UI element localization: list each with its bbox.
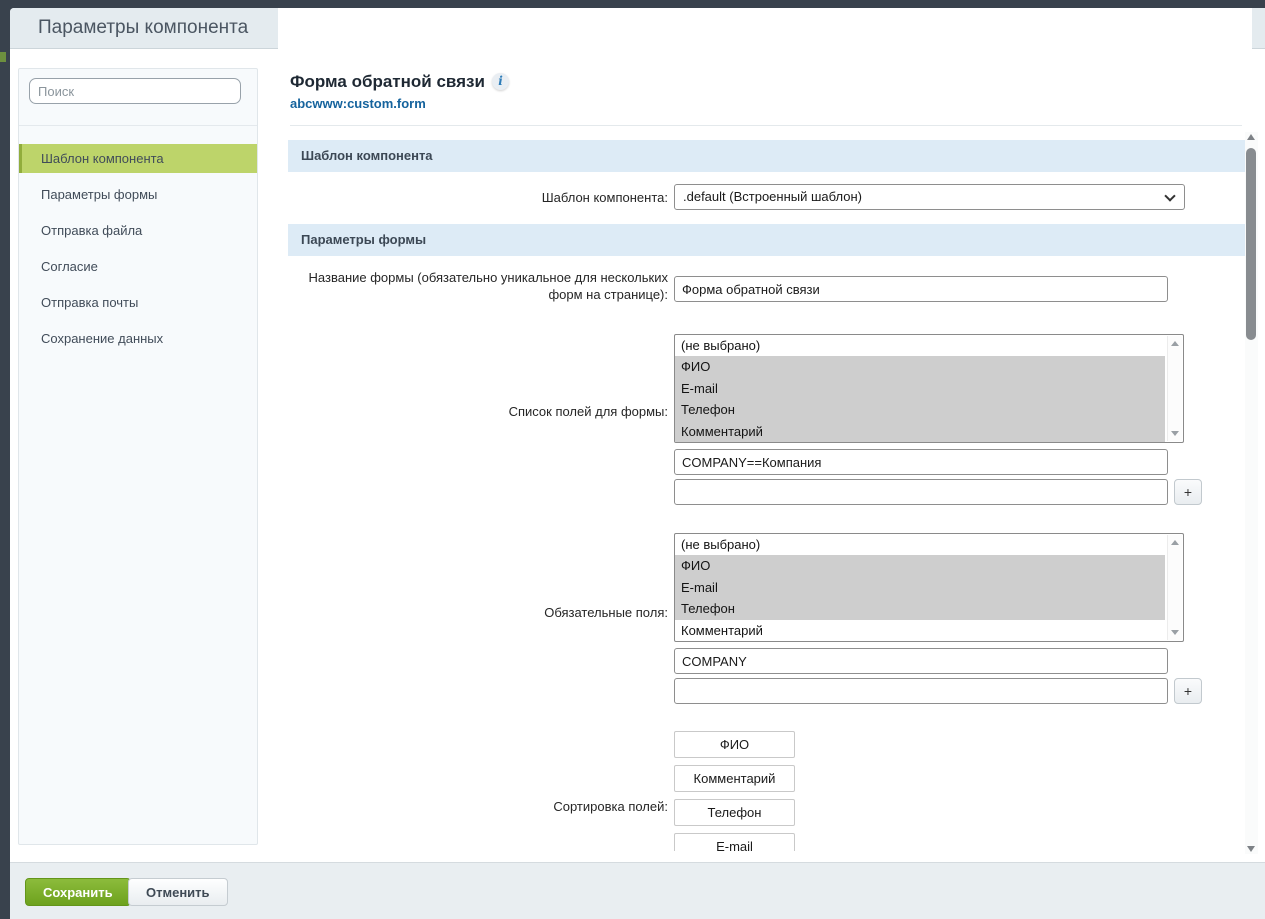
fields-listbox[interactable]: (не выбрано) ФИО E-mail Телефон Коммента… (674, 334, 1184, 443)
listbox-option[interactable]: E-mail (675, 577, 1165, 598)
listbox-scrollbar[interactable] (1167, 336, 1182, 441)
page-title: Форма обратной связи i (290, 72, 509, 92)
template-select-value: .default (Встроенный шаблон) (683, 189, 862, 204)
background-page-edge (0, 52, 6, 62)
required-new-input[interactable] (674, 678, 1168, 704)
sort-item[interactable]: ФИО (674, 731, 795, 758)
section-header-template: Шаблон компонента (288, 140, 1250, 172)
header-divider (290, 125, 1242, 126)
listbox-option[interactable]: Телефон (675, 598, 1165, 619)
scroll-up-icon[interactable] (1247, 134, 1255, 140)
required-extra-input[interactable] (674, 648, 1168, 674)
sort-item[interactable]: Комментарий (674, 765, 795, 792)
chevron-down-icon (1164, 190, 1175, 201)
listbox-option[interactable]: Телефон (675, 399, 1165, 420)
sort-fields-label: Сортировка полей: (308, 798, 668, 815)
listbox-scrollbar[interactable] (1167, 535, 1182, 640)
scrollbar-thumb[interactable] (1246, 148, 1256, 340)
scroll-down-icon[interactable] (1247, 846, 1255, 852)
scroll-up-icon[interactable] (1171, 341, 1179, 346)
sidebar-item-form-params[interactable]: Параметры формы (19, 180, 257, 209)
sidebar-menu: Шаблон компонента Параметры формы Отправ… (19, 144, 257, 360)
scroll-down-icon[interactable] (1171, 431, 1179, 436)
listbox-option[interactable]: Комментарий (675, 421, 1165, 442)
dialog-footer: Сохранить Отменить (10, 862, 1265, 919)
listbox-option[interactable]: (не выбрано) (675, 335, 1165, 356)
listbox-option[interactable]: ФИО (675, 356, 1165, 377)
listbox-option[interactable]: ФИО (675, 555, 1165, 576)
sort-item[interactable]: Телефон (674, 799, 795, 826)
listbox-option[interactable]: (не выбрано) (675, 534, 1165, 555)
listbox-option[interactable]: Комментарий (675, 620, 1165, 641)
sidebar-item-data-save[interactable]: Сохранение данных (19, 324, 257, 353)
listbox-option[interactable]: E-mail (675, 378, 1165, 399)
content-scrollbar[interactable] (1245, 132, 1258, 854)
sidebar-divider (19, 125, 257, 126)
template-select-label: Шаблон компонента: (308, 189, 668, 206)
sort-item[interactable]: E-mail (674, 833, 795, 851)
fields-new-input[interactable] (674, 479, 1168, 505)
scroll-down-icon[interactable] (1171, 630, 1179, 635)
template-select[interactable]: .default (Встроенный шаблон) (674, 184, 1185, 210)
form-name-input[interactable] (674, 276, 1168, 302)
cancel-button[interactable]: Отменить (128, 878, 228, 906)
scroll-up-icon[interactable] (1171, 540, 1179, 545)
add-required-button[interactable]: + (1174, 678, 1202, 704)
component-parameters-dialog: Параметры компонента × Шаблон компонента… (10, 8, 1265, 919)
component-title: Форма обратной связи (290, 72, 485, 91)
main-content: Форма обратной связи i abcwww:custom.form… (278, 8, 1252, 851)
sidebar-item-mail-send[interactable]: Отправка почты (19, 288, 257, 317)
save-button[interactable]: Сохранить (25, 878, 131, 906)
sidebar-item-file-upload[interactable]: Отправка файла (19, 216, 257, 245)
add-field-button[interactable]: + (1174, 479, 1202, 505)
required-fields-label: Обязательные поля: (308, 604, 668, 621)
component-name-link[interactable]: abcwww:custom.form (290, 96, 426, 111)
sidebar: Шаблон компонента Параметры формы Отправ… (18, 68, 258, 845)
fields-list-label: Список полей для формы: (308, 403, 668, 420)
dialog-title: Параметры компонента (38, 17, 248, 39)
required-listbox[interactable]: (не выбрано) ФИО E-mail Телефон Коммента… (674, 533, 1184, 642)
section-header-form-params: Параметры формы (288, 224, 1250, 256)
form-name-label: Название формы (обязательно уникальное д… (308, 269, 668, 303)
sidebar-item-consent[interactable]: Согласие (19, 252, 257, 281)
search-input[interactable] (29, 78, 241, 104)
fields-extra-input[interactable] (674, 449, 1168, 475)
sidebar-item-template[interactable]: Шаблон компонента (19, 144, 257, 173)
info-icon[interactable]: i (492, 73, 509, 90)
